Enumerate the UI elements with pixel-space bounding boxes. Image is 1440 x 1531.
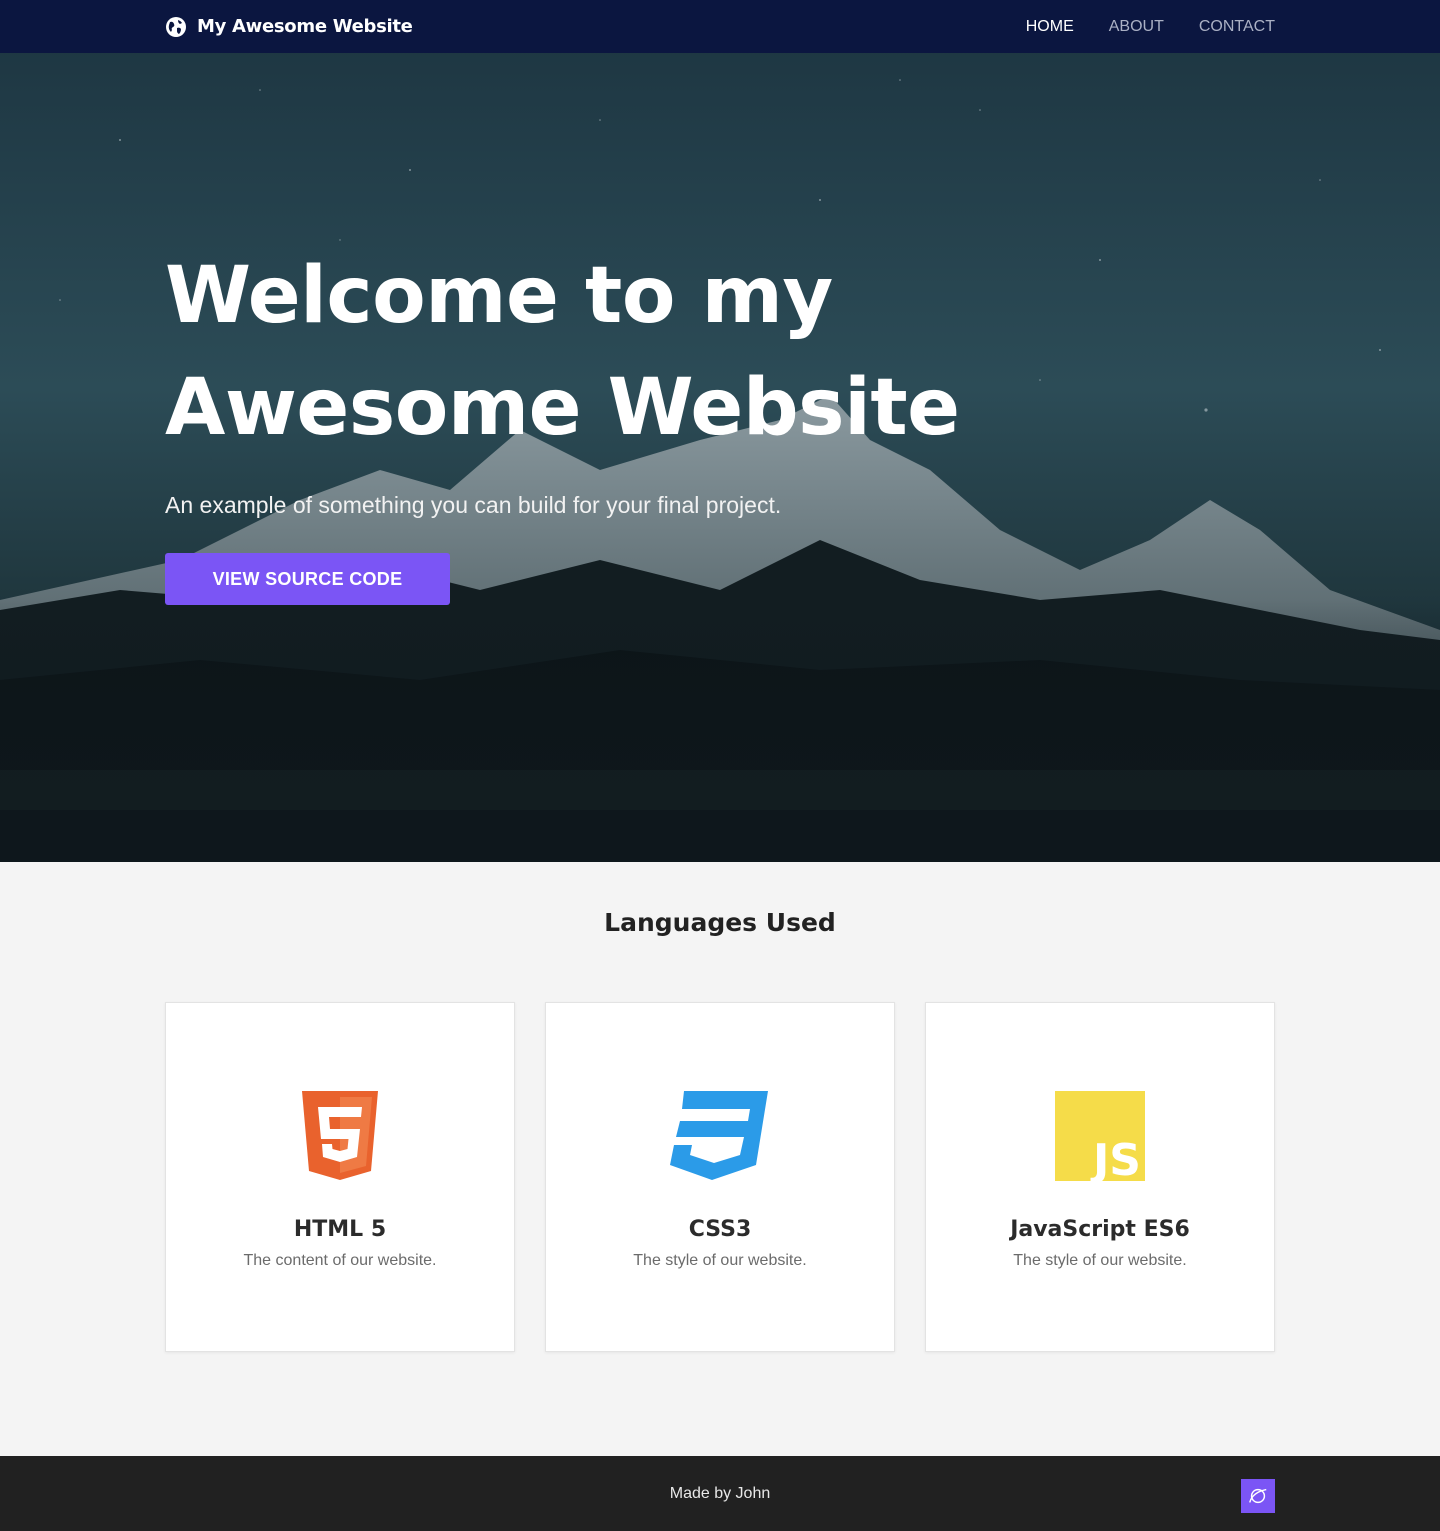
language-card-javascript: JS JavaScript ES6 The style of our websi… [925, 1002, 1275, 1352]
languages-section: Languages Used HTML 5 The content of our… [0, 862, 1440, 1456]
nav-links: HOME ABOUT CONTACT [991, 18, 1275, 36]
brand-logo[interactable]: My Awesome Website [165, 16, 413, 38]
language-cards: HTML 5 The content of our website. CSS3 … [165, 1002, 1275, 1352]
hero-title-line2: Awesome Website [165, 363, 960, 453]
nav-link-about[interactable]: ABOUT [1109, 18, 1164, 36]
footer-badge-button[interactable] [1241, 1479, 1275, 1513]
section-title: Languages Used [604, 908, 836, 937]
card-description: The style of our website. [633, 1252, 807, 1269]
nav-link-contact[interactable]: CONTACT [1199, 18, 1275, 36]
card-title: JavaScript ES6 [1010, 1217, 1190, 1242]
hero-title-line1: Welcome to my [165, 251, 833, 341]
planet-icon [1249, 1488, 1267, 1504]
navbar-inner: My Awesome Website HOME ABOUT CONTACT [165, 0, 1275, 53]
javascript-icon: JS [1055, 1091, 1145, 1181]
card-description: The content of our website. [243, 1252, 437, 1269]
navbar: My Awesome Website HOME ABOUT CONTACT [0, 0, 1440, 53]
footer-credit: Made by John [669, 1484, 771, 1502]
view-source-code-button[interactable]: VIEW SOURCE CODE [165, 553, 450, 605]
card-icon-wrapper [670, 1091, 770, 1181]
language-card-css3: CSS3 The style of our website. [545, 1002, 895, 1352]
footer: Made by John [0, 1456, 1440, 1531]
javascript-icon-text: JS [1090, 1135, 1141, 1181]
card-icon-wrapper [290, 1091, 390, 1181]
hero-content: Welcome to my Awesome Website An example… [165, 240, 1065, 605]
card-title: HTML 5 [293, 1217, 387, 1242]
globe-icon [166, 16, 186, 37]
card-description: The style of our website. [1013, 1252, 1187, 1269]
css3-icon [670, 1091, 768, 1180]
card-icon-wrapper: JS [1050, 1091, 1150, 1181]
language-card-html5: HTML 5 The content of our website. [165, 1002, 515, 1352]
hero-title: Welcome to my Awesome Website [165, 240, 1065, 464]
hero-subtitle: An example of something you can build fo… [165, 492, 782, 518]
html5-icon [302, 1091, 378, 1180]
card-title: CSS3 [688, 1217, 752, 1242]
nav-link-home[interactable]: HOME [1026, 18, 1074, 36]
brand-title: My Awesome Website [197, 16, 413, 37]
hero-section: Welcome to my Awesome Website An example… [0, 0, 1440, 862]
